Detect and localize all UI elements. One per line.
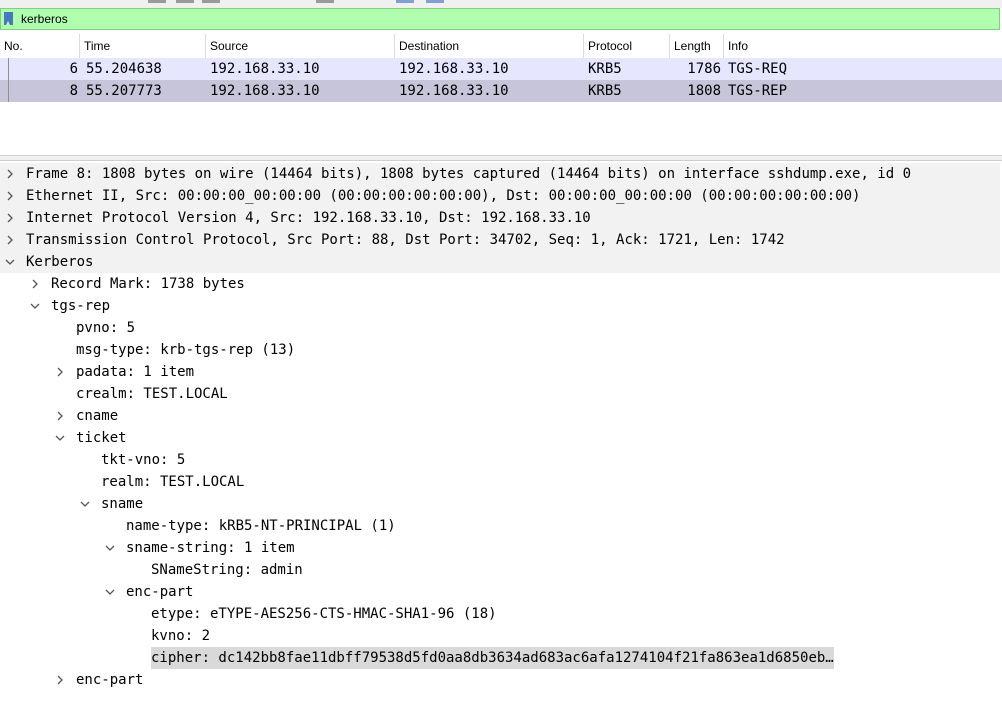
toolbar-button[interactable]	[176, 0, 194, 3]
tree-item-label: cname	[76, 408, 119, 424]
chevron-down-icon[interactable]	[30, 300, 40, 312]
tree-item-label: msg-type: krb-tgs-rep (13)	[76, 342, 296, 358]
packet-source: 192.168.33.10	[210, 83, 320, 99]
tree-item[interactable]: sname-string: 1 item	[0, 537, 1000, 559]
chevron-down-icon[interactable]	[5, 256, 15, 268]
packet-length: 1808	[687, 83, 721, 99]
tree-item-label: crealm: TEST.LOCAL	[76, 386, 228, 402]
bookmark-icon[interactable]	[4, 12, 13, 25]
tree-item-label: enc-part	[126, 584, 194, 600]
toolbar-button[interactable]	[202, 0, 220, 3]
packet-info: TGS-REP	[728, 83, 788, 99]
tree-item[interactable]: Record Mark: 1738 bytes	[0, 273, 1000, 295]
tree-item[interactable]: ticket	[0, 427, 1000, 449]
tree-item-label: etype: eTYPE-AES256-CTS-HMAC-SHA1-96 (18…	[151, 606, 497, 622]
tree-item-label: realm: TEST.LOCAL	[101, 474, 245, 490]
toolbar-button[interactable]	[426, 0, 444, 3]
tree-item[interactable]: cipher: dc142bb8fae11dbff79538d5fd0aa8db…	[0, 647, 1000, 669]
column-header-protocol[interactable]: Protocol	[584, 34, 670, 58]
tree-item[interactable]: sname	[0, 493, 1000, 515]
packet-no: 6	[69, 61, 78, 77]
packet-length: 1786	[687, 61, 721, 77]
tree-item-label: sname	[101, 496, 144, 512]
packet-source: 192.168.33.10	[210, 61, 320, 77]
tree-item[interactable]: pvno: 5	[0, 317, 1000, 339]
column-header-destination[interactable]: Destination	[395, 34, 584, 58]
tree-item-label: cipher: dc142bb8fae11dbff79538d5fd0aa8db…	[151, 647, 834, 669]
packet-protocol: KRB5	[588, 61, 622, 77]
tree-item[interactable]: msg-type: krb-tgs-rep (13)	[0, 339, 1000, 361]
tree-item-label: Transmission Control Protocol, Src Port:…	[26, 232, 785, 248]
tree-item[interactable]: etype: eTYPE-AES256-CTS-HMAC-SHA1-96 (18…	[0, 603, 1000, 625]
pane-splitter[interactable]	[0, 155, 1002, 161]
column-header-no[interactable]: No.	[0, 34, 80, 58]
packet-list-header: No. Time Source Destination Protocol Len…	[0, 34, 1002, 59]
tree-item[interactable]: Internet Protocol Version 4, Src: 192.16…	[0, 207, 1000, 229]
toolbar-strip	[0, 0, 1002, 8]
tree-item-label: Internet Protocol Version 4, Src: 192.16…	[26, 210, 591, 226]
chevron-right-icon[interactable]	[30, 278, 40, 290]
tree-item[interactable]: enc-part	[0, 669, 1000, 691]
packet-info: TGS-REQ	[728, 61, 788, 77]
tree-item[interactable]: tgs-rep	[0, 295, 1000, 317]
tree-item-label: Ethernet II, Src: 00:00:00_00:00:00 (00:…	[26, 188, 861, 204]
tree-item[interactable]: Frame 8: 1808 bytes on wire (14464 bits)…	[0, 163, 1000, 185]
tree-item-label: name-type: kRB5-NT-PRINCIPAL (1)	[126, 518, 396, 534]
tree-item[interactable]: tkt-vno: 5	[0, 449, 1000, 471]
tree-item-label: SNameString: admin	[151, 562, 303, 578]
tree-item[interactable]: Kerberos	[0, 251, 1000, 273]
column-header-time[interactable]: Time	[80, 34, 206, 58]
tree-item-label: kvno: 2	[151, 628, 211, 644]
toolbar-button[interactable]	[148, 0, 166, 3]
chevron-down-icon[interactable]	[105, 542, 115, 554]
toolbar-button[interactable]	[396, 0, 414, 3]
packet-row-selected[interactable]: 8 55.207773 192.168.33.10 192.168.33.10 …	[0, 80, 1002, 102]
tree-item-label: tkt-vno: 5	[101, 452, 186, 468]
display-filter-input[interactable]: kerberos	[21, 12, 68, 26]
tree-item-label: Record Mark: 1738 bytes	[51, 276, 245, 292]
column-header-length[interactable]: Length	[670, 34, 724, 58]
tree-item[interactable]: Transmission Control Protocol, Src Port:…	[0, 229, 1000, 251]
packet-protocol: KRB5	[588, 83, 622, 99]
packet-no: 8	[69, 83, 78, 99]
tree-item[interactable]: SNameString: admin	[0, 559, 1000, 581]
tree-item-label: tgs-rep	[51, 298, 111, 314]
packet-time: 55.207773	[86, 83, 162, 99]
tree-item-label: Frame 8: 1808 bytes on wire (14464 bits)…	[26, 166, 912, 182]
tree-item-label: enc-part	[76, 672, 144, 688]
tree-item[interactable]: Ethernet II, Src: 00:00:00_00:00:00 (00:…	[0, 185, 1000, 207]
chevron-right-icon[interactable]	[5, 190, 15, 202]
tree-item-label: sname-string: 1 item	[126, 540, 295, 556]
chevron-right-icon[interactable]	[55, 674, 65, 686]
tree-item[interactable]: name-type: kRB5-NT-PRINCIPAL (1)	[0, 515, 1000, 537]
chevron-right-icon[interactable]	[55, 410, 65, 422]
chevron-right-icon[interactable]	[5, 168, 15, 180]
chevron-down-icon[interactable]	[80, 498, 90, 510]
chevron-right-icon[interactable]	[5, 212, 15, 224]
tree-item-label: Kerberos	[26, 254, 94, 270]
chevron-down-icon[interactable]	[55, 432, 65, 444]
chevron-down-icon[interactable]	[105, 586, 115, 598]
display-filter-bar[interactable]: kerberos	[0, 8, 1000, 30]
packet-destination: 192.168.33.10	[399, 61, 509, 77]
column-header-info[interactable]: Info	[724, 34, 1002, 58]
tree-item-label: padata: 1 item	[76, 364, 195, 380]
chevron-right-icon[interactable]	[55, 366, 65, 378]
toolbar-button[interactable]	[316, 0, 334, 3]
tree-item-label: pvno: 5	[76, 320, 136, 336]
column-header-source[interactable]: Source	[206, 34, 395, 58]
packet-row[interactable]: 6 55.204638 192.168.33.10 192.168.33.10 …	[0, 58, 1002, 80]
tree-item[interactable]: padata: 1 item	[0, 361, 1000, 383]
packet-time: 55.204638	[86, 61, 162, 77]
chevron-right-icon[interactable]	[5, 234, 15, 246]
tree-item[interactable]: cname	[0, 405, 1000, 427]
packet-destination: 192.168.33.10	[399, 83, 509, 99]
tree-item[interactable]: crealm: TEST.LOCAL	[0, 383, 1000, 405]
tree-item[interactable]: kvno: 2	[0, 625, 1000, 647]
tree-item[interactable]: enc-part	[0, 581, 1000, 603]
tree-item[interactable]: realm: TEST.LOCAL	[0, 471, 1000, 493]
tree-item-label: ticket	[76, 430, 127, 446]
